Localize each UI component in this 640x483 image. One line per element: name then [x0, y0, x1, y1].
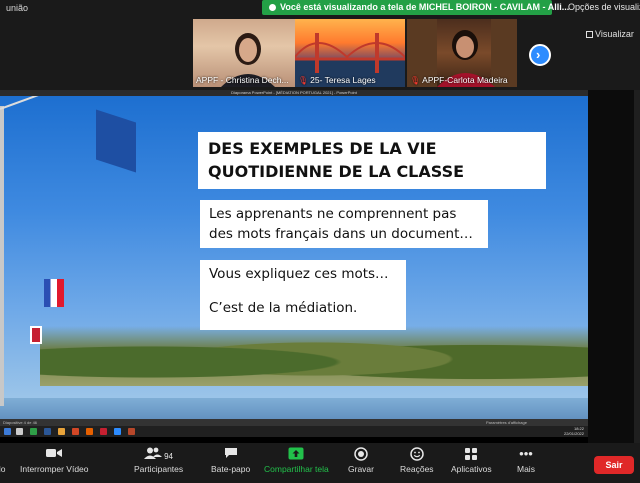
- word-icon: [44, 428, 51, 435]
- reactions-button[interactable]: Reações: [400, 447, 434, 474]
- meeting-toolbar: do Interromper Vídeo 94 Participantes Ba…: [0, 443, 640, 483]
- presentation-slide: DES EXEMPLES DE LA VIE QUOTIDIENNE DE LA…: [0, 96, 588, 426]
- microphone-icon: [0, 447, 5, 461]
- share-indicator-icon: [269, 4, 276, 11]
- visualizar-label: Visualizar: [595, 29, 634, 39]
- powerpoint-active-icon: [128, 428, 135, 435]
- stop-video-button[interactable]: Interromper Vídeo: [20, 447, 89, 474]
- more-dots-icon: •••: [519, 446, 533, 461]
- gallery-view-icon: [586, 31, 593, 39]
- stop-video-label: Interromper Vídeo: [20, 464, 89, 474]
- slide-counter: Diapositive 4 de 46: [3, 420, 38, 425]
- clock-date: 22/01/2022: [563, 430, 584, 436]
- french-flag-image: [44, 279, 64, 307]
- firefox-icon: [86, 428, 93, 435]
- slide-textbox-mediation: Vous expliquez ces mots… C’est de la méd…: [200, 260, 406, 330]
- share-screen-icon: [264, 447, 329, 461]
- share-screen-label: Compartilhar tela: [264, 464, 329, 474]
- presentation-status-bar: Diapositive 4 de 46 Paramètres d'afficha…: [0, 419, 588, 426]
- participant-name: APPF - Christina Dech...: [196, 75, 289, 85]
- visualizar-button[interactable]: Visualizar: [586, 29, 634, 39]
- excel-icon: [30, 428, 37, 435]
- record-label: Gravar: [348, 464, 374, 474]
- folder-icon: [58, 428, 65, 435]
- participants-label: Participantes: [134, 464, 184, 474]
- slide-title: DES EXEMPLES DE LA VIE QUOTIDIENNE DE LA…: [198, 132, 546, 189]
- mic-muted-icon: 🎙: [410, 76, 421, 85]
- reactions-label: Reações: [400, 464, 434, 474]
- meeting-title: união: [6, 3, 29, 13]
- record-icon: [348, 447, 374, 461]
- blue-flag-image: [96, 109, 136, 173]
- shared-taskbar: 18:22 22/01/2022: [0, 426, 588, 437]
- search-icon: [16, 428, 23, 435]
- apps-button[interactable]: Aplicativos: [451, 447, 492, 474]
- participant-tile[interactable]: 🎙 25- Teresa Lages: [295, 19, 405, 87]
- audio-button[interactable]: do: [0, 447, 5, 474]
- more-button[interactable]: ••• Mais: [517, 446, 535, 475]
- flag-rope: [0, 96, 189, 110]
- video-gallery-strip: APPF - Christina Dech... 🎙 25- Teresa Lag…: [0, 17, 640, 90]
- flag-mast: [0, 106, 4, 406]
- start-icon: [4, 428, 11, 435]
- participant-name-text: APPF-Carlota Madeira: [422, 75, 508, 85]
- mic-muted-icon: 🎙: [298, 76, 309, 85]
- taskbar-clock: 18:22 22/01/2022: [563, 426, 584, 436]
- display-settings: Paramètres d'affichage: [486, 420, 527, 425]
- participant-name: 🎙 APPF-Carlota Madeira: [410, 75, 508, 85]
- shared-screen-margin: [588, 90, 640, 443]
- participants-icon: 94: [134, 447, 183, 461]
- app-icon: [100, 428, 107, 435]
- chat-bubble-icon: [211, 447, 250, 461]
- apps-label: Aplicativos: [451, 464, 492, 474]
- participant-tile[interactable]: 🎙 APPF-Carlota Madeira: [407, 19, 517, 87]
- slide-text-line: C’est de la médiation.: [209, 300, 358, 316]
- leave-meeting-button[interactable]: Sair: [594, 456, 634, 474]
- share-screen-button[interactable]: Compartilhar tela: [264, 447, 329, 474]
- scrollbar[interactable]: [634, 90, 640, 443]
- view-options-label: Opções de visualiz: [568, 2, 640, 12]
- chat-label: Bate-papo: [211, 464, 251, 474]
- record-button[interactable]: Gravar: [348, 447, 374, 474]
- powerpoint-icon: [72, 428, 79, 435]
- video-camera-icon: [20, 447, 89, 461]
- participant-name: 🎙 25- Teresa Lages: [298, 75, 376, 85]
- apps-icon: [451, 447, 492, 461]
- slide-background-trees: [40, 326, 588, 386]
- uk-flag-image: [30, 326, 42, 344]
- audio-label: do: [0, 464, 6, 474]
- slide-text-line: Vous expliquez ces mots…: [209, 266, 389, 282]
- participant-tile[interactable]: APPF - Christina Dech...: [193, 19, 303, 87]
- chat-button[interactable]: Bate-papo: [211, 447, 250, 474]
- view-options-button[interactable]: Opções de visualiz: [568, 2, 640, 12]
- share-banner-text: Você está visualizando a tela de MICHEL …: [280, 2, 570, 12]
- slide-textbox-apprenants: Les apprenants ne comprennent pas des mo…: [200, 200, 488, 248]
- zoom-icon: [114, 428, 121, 435]
- gallery-next-button[interactable]: ›: [529, 44, 551, 66]
- shared-screen: Diaporama PowerPoint - [MÉDIATION PORTUG…: [0, 90, 640, 443]
- top-bar: união Você está visualizando a tela de M…: [0, 0, 640, 17]
- smiley-icon: [400, 447, 434, 461]
- chevron-right-icon: ›: [536, 47, 541, 62]
- more-label: Mais: [517, 464, 535, 474]
- screen-share-banner[interactable]: Você está visualizando a tela de MICHEL …: [262, 0, 569, 15]
- participants-count: 94: [164, 452, 174, 461]
- participant-name-text: 25- Teresa Lages: [310, 75, 376, 85]
- participants-button[interactable]: 94 Participantes: [134, 447, 183, 474]
